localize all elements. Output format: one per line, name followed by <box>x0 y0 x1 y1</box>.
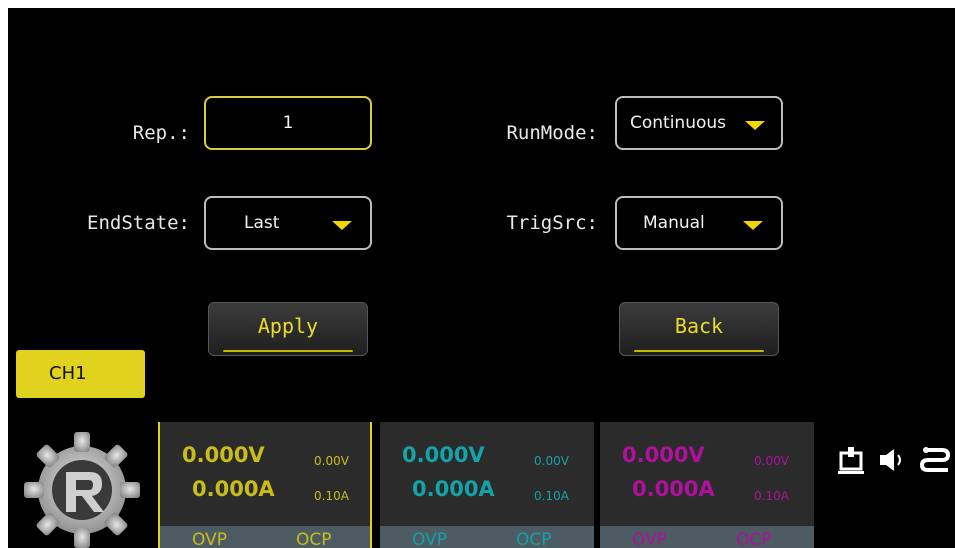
status-icons <box>836 445 955 475</box>
channel-panel-3[interactable]: 0.000V 0.00V 0.000A 0.10A OVP OCP <box>600 422 814 548</box>
ch3-voltage: 0.000V <box>622 443 705 467</box>
instrument-screen: Rep.: 1 RunMode: Continuous EndState: La… <box>8 8 955 548</box>
trigsrc-value: Manual <box>643 213 705 233</box>
ch2-ocp: OCP <box>516 530 552 548</box>
apply-underline <box>223 350 353 352</box>
ch2-set-voltage: 0.00V <box>534 454 569 468</box>
ch2-set-current: 0.10A <box>534 489 569 503</box>
apply-button-label: Apply <box>257 314 319 338</box>
rep-input[interactable]: 1 <box>204 96 372 150</box>
channel-tab-ch1[interactable]: CH1 <box>16 350 145 398</box>
back-button[interactable]: Back <box>619 302 779 356</box>
runmode-label: RunMode: <box>506 122 598 144</box>
chevron-down-icon <box>743 221 763 230</box>
endstate-dropdown[interactable]: Last <box>204 196 372 250</box>
endstate-label: EndState: <box>87 212 190 234</box>
ch1-current: 0.000A <box>192 477 275 501</box>
runmode-value: Continuous <box>630 113 727 133</box>
runmode-dropdown[interactable]: Continuous <box>615 96 783 150</box>
ch1-voltage: 0.000V <box>182 443 265 467</box>
speaker-icon[interactable] <box>878 445 908 475</box>
channel-panel-2[interactable]: 0.000V 0.00V 0.000A 0.10A OVP OCP <box>380 422 594 548</box>
chevron-down-icon <box>745 121 765 130</box>
chevron-down-icon <box>332 221 352 230</box>
network-icon[interactable] <box>920 445 950 475</box>
ch1-ovp: OVP <box>192 530 227 548</box>
endstate-value: Last <box>244 213 280 233</box>
rep-value: 1 <box>282 113 294 133</box>
trigsrc-dropdown[interactable]: Manual <box>615 196 783 250</box>
ch3-ocp: OCP <box>736 530 772 548</box>
apply-button[interactable]: Apply <box>208 302 368 356</box>
back-button-label: Back <box>674 314 724 338</box>
ch1-set-current: 0.10A <box>314 489 349 503</box>
ch3-current: 0.000A <box>632 477 715 501</box>
ch2-voltage: 0.000V <box>402 443 485 467</box>
ch1-set-voltage: 0.00V <box>314 454 349 468</box>
trigsrc-label: TrigSrc: <box>506 212 598 234</box>
channel-panel-1[interactable]: 0.000V 0.00V 0.000A 0.10A OVP OCP <box>158 422 372 548</box>
usb-device-icon[interactable] <box>838 445 864 475</box>
logo-gear-icon <box>24 432 140 548</box>
ch3-set-voltage: 0.00V <box>754 454 789 468</box>
ch3-ovp: OVP <box>632 530 667 548</box>
ch3-set-current: 0.10A <box>754 489 789 503</box>
ch2-current: 0.000A <box>412 477 495 501</box>
back-underline <box>634 350 764 352</box>
rep-label: Rep.: <box>132 122 190 144</box>
channel-status-bar: 0.000V 0.00V 0.000A 0.10A OVP OCP 0.000V… <box>8 413 955 548</box>
ch2-ovp: OVP <box>412 530 447 548</box>
ch1-ocp: OCP <box>296 530 332 548</box>
